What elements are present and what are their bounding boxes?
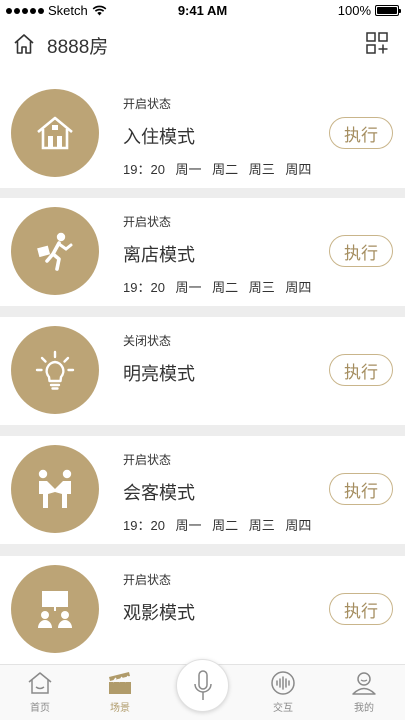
scene-state: 开启状态 [123, 97, 172, 111]
tab-scene[interactable]: 场景 [90, 671, 150, 714]
people-greeting-icon [11, 445, 99, 533]
header: 8888房 [0, 22, 405, 80]
scene-schedule: 19：20 周一 周二 周三 周四 [123, 518, 312, 533]
status-bar: Sketch 9:41 AM 100% [0, 0, 405, 22]
scene-card: 开启状态 观影模式 执行 [0, 556, 405, 664]
execute-button[interactable]: 执行 [329, 354, 393, 386]
scene-card: 开启状态 会客模式 19：20 周一 周二 周三 周四 执行 [0, 436, 405, 544]
scene-card: 关闭状态 明亮模式 执行 [0, 317, 405, 425]
scene-name: 明亮模式 [123, 364, 195, 384]
house-icon [11, 89, 99, 177]
home-icon [28, 672, 52, 694]
battery-status: 100% [337, 3, 401, 18]
scene-name: 会客模式 [123, 483, 195, 503]
scene-schedule: 19：20 周一 周二 周三 周四 [123, 280, 312, 295]
voice-wave-icon [271, 671, 295, 695]
scene-state: 开启状态 [123, 453, 172, 467]
tab-mine[interactable]: 我的 [334, 671, 394, 714]
tab-interact[interactable]: 交互 [253, 671, 313, 714]
battery-percent: 100% [337, 3, 371, 18]
tab-label: 我的 [354, 703, 374, 714]
scene-schedule: 19：20 周一 周二 周三 周四 [123, 162, 312, 177]
execute-button[interactable]: 执行 [329, 235, 393, 267]
tab-home[interactable]: 首页 [10, 671, 70, 714]
tab-label: 场景 [110, 703, 130, 714]
add-grid-icon[interactable] [365, 31, 389, 55]
lightbulb-icon [11, 326, 99, 414]
microphone-icon [193, 669, 212, 700]
scene-clapper-icon [109, 672, 131, 694]
scene-name: 离店模式 [123, 245, 195, 265]
tab-label: 首页 [30, 703, 50, 714]
execute-button[interactable]: 执行 [329, 117, 393, 149]
scene-card: 开启状态 入住模式 19：20 周一 周二 周三 周四 执行 [0, 80, 405, 188]
scene-state: 关闭状态 [123, 334, 172, 348]
battery-icon [375, 5, 401, 16]
home-icon[interactable] [12, 32, 36, 56]
running-person-icon [11, 207, 99, 295]
execute-button[interactable]: 执行 [329, 593, 393, 625]
voice-button[interactable] [176, 659, 229, 712]
projector-screen-icon [11, 565, 99, 653]
scene-name: 观影模式 [123, 603, 195, 623]
scene-state: 开启状态 [123, 573, 172, 587]
tab-label: 交互 [273, 703, 293, 714]
execute-button[interactable]: 执行 [329, 473, 393, 505]
scene-name: 入住模式 [123, 127, 195, 147]
scene-card: 开启状态 离店模式 19：20 周一 周二 周三 周四 执行 [0, 198, 405, 306]
user-icon [352, 672, 376, 695]
scene-state: 开启状态 [123, 215, 172, 229]
page-title: 8888房 [47, 37, 109, 58]
